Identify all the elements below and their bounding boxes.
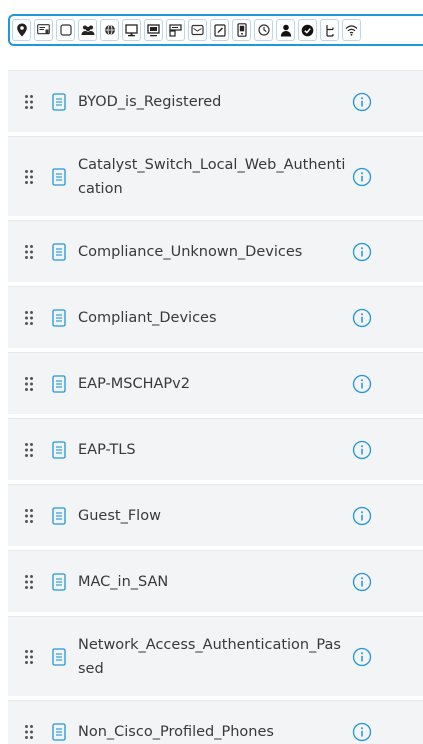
document-icon bbox=[52, 572, 66, 591]
condition-name: EAP-MSCHAPv2 bbox=[78, 375, 190, 392]
info-icon[interactable] bbox=[352, 440, 372, 460]
group-icon[interactable] bbox=[78, 19, 97, 41]
user-icon[interactable] bbox=[276, 19, 295, 41]
drag-handle-icon[interactable] bbox=[24, 649, 34, 665]
condition-name: Compliance_Unknown_Devices bbox=[78, 243, 303, 260]
condition-row[interactable]: Guest_Flow bbox=[8, 484, 423, 546]
condition-row[interactable]: Non_Cisco_Profiled_Phones bbox=[8, 700, 423, 744]
drag-handle-icon[interactable] bbox=[24, 169, 34, 185]
condition-row[interactable]: EAP-MSCHAPv2 bbox=[8, 352, 423, 414]
document-icon bbox=[52, 506, 66, 525]
condition-name: Compliant_Devices bbox=[78, 309, 217, 326]
drag-handle-icon[interactable] bbox=[24, 94, 34, 110]
drag-handle-icon[interactable] bbox=[24, 574, 34, 590]
id-card-icon[interactable] bbox=[34, 19, 53, 41]
drag-handle-icon[interactable] bbox=[24, 376, 34, 392]
drag-handle-icon[interactable] bbox=[24, 244, 34, 260]
drag-handle-icon[interactable] bbox=[24, 442, 34, 458]
condition-filter-toolbar bbox=[8, 14, 423, 46]
info-icon[interactable] bbox=[352, 308, 372, 328]
info-icon[interactable] bbox=[352, 92, 372, 112]
info-icon[interactable] bbox=[352, 374, 372, 394]
square-icon[interactable] bbox=[56, 19, 75, 41]
info-icon[interactable] bbox=[352, 722, 372, 742]
hierarchy-icon[interactable] bbox=[320, 19, 339, 41]
drag-handle-icon[interactable] bbox=[24, 508, 34, 524]
info-icon[interactable] bbox=[352, 167, 372, 187]
condition-name: Guest_Flow bbox=[78, 507, 161, 524]
info-icon[interactable] bbox=[352, 506, 372, 526]
condition-row[interactable]: Network_Access_Authentication_Passed bbox=[8, 616, 423, 696]
drag-handle-icon[interactable] bbox=[24, 310, 34, 326]
document-icon bbox=[52, 308, 66, 327]
drag-handle-icon[interactable] bbox=[24, 724, 34, 740]
globe-icon[interactable] bbox=[100, 19, 119, 41]
location-pin-icon[interactable] bbox=[12, 19, 31, 41]
condition-row[interactable]: MAC_in_SAN bbox=[8, 550, 423, 612]
condition-name: Network_Access_Authentication_Passed bbox=[78, 636, 341, 677]
condition-name: Catalyst_Switch_Local_Web_Authentication bbox=[78, 156, 346, 197]
document-icon bbox=[52, 92, 66, 111]
info-icon[interactable] bbox=[352, 242, 372, 262]
condition-name: EAP-TLS bbox=[78, 441, 136, 458]
document-icon bbox=[52, 647, 66, 666]
mail-icon[interactable] bbox=[188, 19, 207, 41]
desktop-icon[interactable] bbox=[122, 19, 141, 41]
document-icon bbox=[52, 242, 66, 261]
condition-row[interactable]: Compliance_Unknown_Devices bbox=[8, 220, 423, 282]
document-icon bbox=[52, 374, 66, 393]
condition-row[interactable]: EAP-TLS bbox=[8, 418, 423, 480]
info-icon[interactable] bbox=[352, 647, 372, 667]
condition-row[interactable]: BYOD_is_Registered bbox=[8, 70, 423, 132]
wifi-icon[interactable] bbox=[342, 19, 361, 41]
condition-name: Non_Cisco_Profiled_Phones bbox=[78, 723, 274, 740]
document-icon bbox=[52, 440, 66, 459]
condition-list: BYOD_is_Registered Catalyst_Switch_Local… bbox=[8, 70, 423, 744]
document-icon bbox=[52, 167, 66, 186]
condition-library-panel: BYOD_is_Registered Catalyst_Switch_Local… bbox=[0, 0, 423, 744]
info-icon[interactable] bbox=[352, 572, 372, 592]
file-edit-icon[interactable] bbox=[210, 19, 229, 41]
mobile-device-icon[interactable] bbox=[232, 19, 251, 41]
condition-row[interactable]: Compliant_Devices bbox=[8, 286, 423, 348]
check-circle-icon[interactable] bbox=[298, 19, 317, 41]
condition-name: BYOD_is_Registered bbox=[78, 93, 222, 110]
document-icon bbox=[52, 722, 66, 741]
monitor-icon[interactable] bbox=[144, 19, 163, 41]
clock-icon[interactable] bbox=[254, 19, 273, 41]
condition-name: MAC_in_SAN bbox=[78, 573, 169, 590]
network-device-icon[interactable] bbox=[166, 19, 185, 41]
condition-row[interactable]: Catalyst_Switch_Local_Web_Authentication bbox=[8, 136, 423, 216]
